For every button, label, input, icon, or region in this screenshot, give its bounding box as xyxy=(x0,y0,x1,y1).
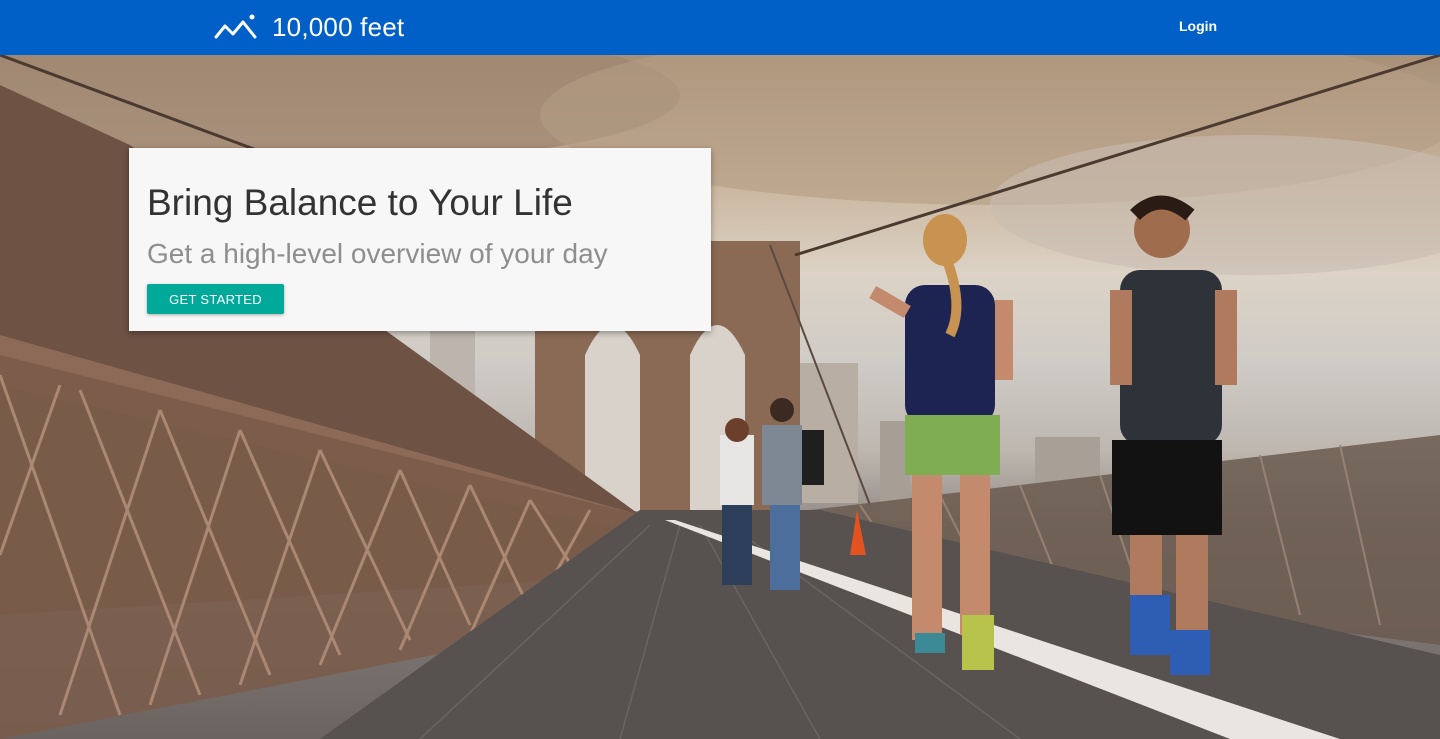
brand-link[interactable]: 10,000 feet xyxy=(214,8,404,46)
hero-subtitle: Get a high-level overview of your day xyxy=(147,238,608,269)
top-navbar: 10,000 feet Login xyxy=(0,0,1440,55)
get-started-button[interactable]: GET STARTED xyxy=(147,284,284,314)
brand-name: 10,000 feet xyxy=(272,11,405,42)
hero-card: Bring Balance to Your Life Get a high-le… xyxy=(129,148,711,331)
mountain-logo-icon xyxy=(214,13,258,41)
login-link[interactable]: Login xyxy=(1179,18,1217,34)
hero-title: Bring Balance to Your Life xyxy=(147,182,573,223)
